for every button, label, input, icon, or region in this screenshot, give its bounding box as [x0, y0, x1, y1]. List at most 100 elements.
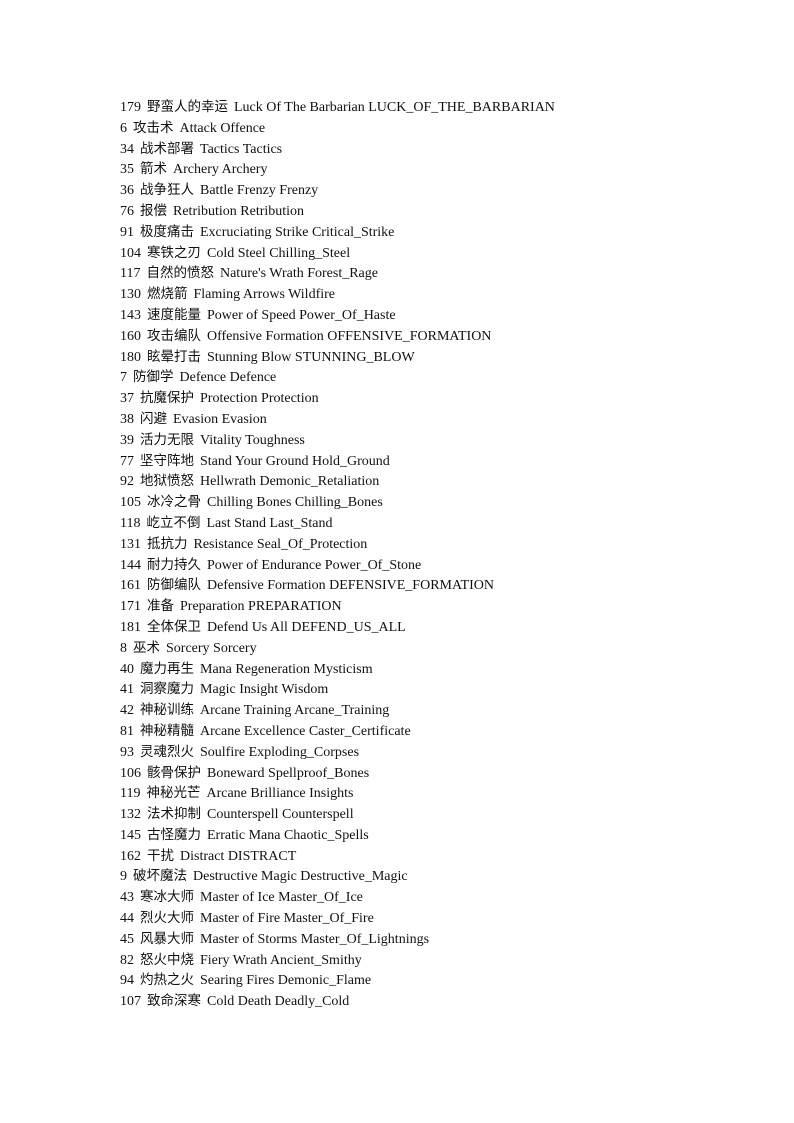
skill-entry: 82 怒火中烧 Fiery Wrath Ancient_Smithy — [120, 950, 555, 971]
skill-chinese-name: 法术抑制 — [147, 806, 201, 823]
skill-id: 35 — [120, 162, 134, 178]
skill-id: 36 — [120, 183, 134, 199]
skill-entry: 130 燃烧箭 Flaming Arrows Wildfire — [120, 284, 555, 305]
skill-id: 117 — [120, 266, 141, 282]
skill-chinese-name: 寒冰大师 — [140, 889, 194, 906]
skill-id: 118 — [120, 515, 141, 531]
skill-english-name: Luck Of The Barbarian LUCK_OF_THE_BARBAR… — [234, 100, 555, 115]
skill-english-name: Mana Regeneration Mysticism — [200, 661, 373, 677]
skill-chinese-name: 魔力再生 — [140, 660, 194, 677]
skill-entry: 92 地狱愤怒 Hellwrath Demonic_Retaliation — [120, 471, 555, 492]
skill-entry: 180 眩晕打击 Stunning Blow STUNNING_BLOW — [120, 347, 555, 368]
skill-chinese-name: 极度痛击 — [140, 223, 194, 240]
skill-entry: 6 攻击术 Attack Offence — [120, 118, 555, 139]
skill-chinese-name: 速度能量 — [147, 306, 201, 323]
skill-english-name: Power of Endurance Power_Of_Stone — [207, 557, 422, 573]
skill-id: 92 — [120, 474, 134, 490]
skill-english-name: Soulfire Exploding_Corpses — [200, 744, 360, 760]
skill-entry: 106 骸骨保护 Boneward Spellproof_Bones — [120, 763, 555, 784]
skill-id: 6 — [120, 120, 127, 136]
skill-id: 40 — [120, 661, 134, 677]
skill-english-name: Hellwrath Demonic_Retaliation — [200, 474, 380, 490]
skill-english-name: Stand Your Ground Hold_Ground — [200, 453, 390, 469]
skill-id: 91 — [120, 224, 134, 240]
skill-english-name: Magic Insight Wisdom — [200, 682, 329, 698]
skill-chinese-name: 准备 — [147, 598, 174, 615]
skill-chinese-name: 神秘精髓 — [140, 722, 194, 739]
skill-entry: 9 破坏魔法 Destructive Magic Destructive_Magic — [120, 866, 555, 887]
skill-id: 145 — [120, 827, 141, 843]
skill-id: 37 — [120, 391, 134, 407]
skill-english-name: Defence Defence — [179, 370, 277, 386]
skill-chinese-name: 致命深寒 — [147, 993, 201, 1010]
skill-entry: 105 冰冷之骨 Chilling Bones Chilling_Bones — [120, 492, 555, 513]
skill-english-name: Defensive Formation DEFENSIVE_FORMATION — [207, 578, 494, 594]
skill-chinese-name: 报偿 — [140, 202, 167, 219]
skill-english-name: Boneward Spellproof_Bones — [207, 765, 370, 781]
skill-english-name: Fiery Wrath Ancient_Smithy — [200, 952, 362, 968]
skill-entry: 7 防御学 Defence Defence — [120, 367, 555, 388]
skill-entry: 41 洞察魔力 Magic Insight Wisdom — [120, 679, 555, 700]
skill-english-name: Flaming Arrows Wildfire — [193, 287, 336, 303]
skill-entry: 107 致命深寒 Cold Death Deadly_Cold — [120, 991, 555, 1012]
skill-chinese-name: 燃烧箭 — [147, 286, 188, 303]
skill-id: 34 — [120, 141, 134, 157]
skill-english-name: Arcane Excellence Caster_Certificate — [200, 723, 411, 739]
skill-id: 77 — [120, 453, 134, 469]
skill-entry: 91 极度痛击 Excruciating Strike Critical_Strik… — [120, 222, 555, 243]
skill-entry: 39 活力无限 Vitality Toughness — [120, 430, 555, 451]
skill-english-name: Erratic Mana Chaotic_Spells — [207, 827, 369, 843]
skill-chinese-name: 自然的愤怒 — [146, 265, 214, 282]
skill-chinese-name: 野蛮人的幸运 — [147, 99, 228, 115]
skill-chinese-name: 坚守阵地 — [140, 452, 194, 469]
skill-chinese-name: 攻击术 — [133, 119, 174, 136]
skill-chinese-name: 灼热之火 — [140, 972, 194, 989]
skill-chinese-name: 地狱愤怒 — [140, 473, 194, 490]
skill-english-name: Master of Fire Master_Of_Fire — [200, 911, 374, 927]
skill-entry: 161 防御编队 Defensive Formation DEFENSIVE_FOR… — [120, 575, 555, 596]
skill-english-name: Offensive Formation OFFENSIVE_FORMATION — [207, 328, 492, 344]
skill-id: 106 — [120, 765, 141, 781]
skill-entry: 77 坚守阵地 Stand Your Ground Hold_Ground — [120, 451, 555, 472]
skill-entry: 42 神秘训练 Arcane Training Arcane_Training — [120, 700, 555, 721]
skill-entry: 45 风暴大师 Master of Storms Master_Of_Lightni… — [120, 929, 555, 950]
skill-chinese-name: 屹立不倒 — [146, 514, 201, 531]
skill-list: 179 野蛮人的幸运 Luck Of The Barbarian LUCK_OF_T… — [120, 97, 555, 1012]
skill-chinese-name: 烈火大师 — [140, 910, 194, 927]
skill-entry: 160 攻击编队 Offensive Formation OFFENSIVE_FOR… — [120, 326, 555, 347]
skill-chinese-name: 全体保卫 — [147, 618, 201, 635]
skill-id: 8 — [120, 640, 127, 656]
skill-english-name: Protection Protection — [200, 391, 319, 407]
skill-entry: 118 屹立不倒 Last Stand Last_Stand — [120, 513, 555, 534]
skill-chinese-name: 神秘光芒 — [146, 785, 201, 802]
skill-entry: 38 闪避 Evasion Evasion — [120, 409, 555, 430]
skill-english-name: Attack Offence — [179, 120, 266, 136]
skill-english-name: Searing Fires Demonic_Flame — [200, 973, 372, 989]
skill-id: 107 — [120, 994, 141, 1010]
skill-chinese-name: 耐力持久 — [147, 556, 201, 573]
skill-chinese-name: 防御编队 — [147, 577, 201, 594]
skill-chinese-name: 眩晕打击 — [147, 348, 201, 365]
skill-entry: 35 箭术 Archery Archery — [120, 159, 555, 180]
skill-id: 105 — [120, 495, 141, 511]
skill-entry: 36 战争狂人 Battle Frenzy Frenzy — [120, 180, 555, 201]
skill-english-name: Arcane Brilliance Insights — [206, 786, 354, 802]
skill-id: 45 — [120, 931, 134, 947]
skill-chinese-name: 破坏魔法 — [133, 868, 187, 885]
skill-chinese-name: 战争狂人 — [140, 182, 194, 199]
skill-chinese-name: 灵魂烈火 — [140, 743, 194, 760]
skill-id: 38 — [120, 411, 134, 427]
skill-english-name: Defend Us All DEFEND_US_ALL — [207, 619, 406, 635]
skill-id: 162 — [120, 848, 141, 864]
skill-english-name: Master of Ice Master_Of_Ice — [200, 890, 363, 906]
skill-id: 82 — [120, 952, 134, 968]
skill-id: 180 — [120, 349, 141, 365]
skill-entry: 162 干扰 Distract DISTRACT — [120, 846, 555, 867]
skill-english-name: Stunning Blow STUNNING_BLOW — [207, 349, 415, 365]
skill-id: 9 — [120, 869, 127, 885]
skill-chinese-name: 古怪魔力 — [147, 826, 201, 843]
skill-english-name: Evasion Evasion — [173, 411, 267, 427]
skill-entry: 181 全体保卫 Defend Us All DEFEND_US_ALL — [120, 617, 555, 638]
skill-entry: 144 耐力持久 Power of Endurance Power_Of_Stone — [120, 555, 555, 576]
skill-entry: 94 灼热之火 Searing Fires Demonic_Flame — [120, 970, 555, 991]
